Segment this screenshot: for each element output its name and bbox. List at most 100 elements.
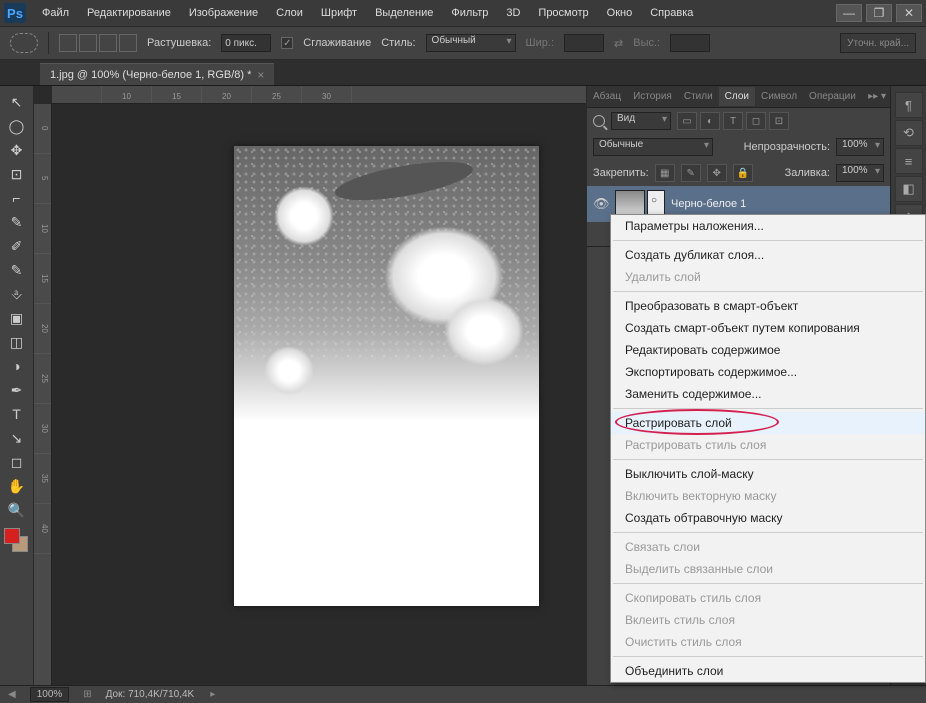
- scroll-left-icon[interactable]: ◀: [8, 689, 16, 700]
- refine-edge-button[interactable]: Уточн. край...: [840, 33, 916, 53]
- menu-изображение[interactable]: Изображение: [181, 3, 266, 23]
- context-item[interactable]: Параметры наложения...: [611, 215, 925, 237]
- opacity-label: Непрозрачность:: [744, 141, 830, 153]
- tool-17[interactable]: 🔍: [4, 499, 30, 521]
- image-element: [264, 346, 314, 396]
- document-canvas[interactable]: [234, 146, 539, 606]
- fill-input[interactable]: 100%: [836, 164, 884, 182]
- tool-4[interactable]: ⌐: [4, 187, 30, 209]
- menu-редактирование[interactable]: Редактирование: [79, 3, 179, 23]
- maximize-button[interactable]: ❐: [866, 4, 892, 22]
- layer-filter-0[interactable]: ▭: [677, 112, 697, 130]
- layer-kind-dropdown[interactable]: Вид: [611, 112, 671, 130]
- context-item[interactable]: Растрировать слой: [611, 412, 925, 434]
- collapsed-panel-2[interactable]: ≡: [895, 148, 923, 174]
- context-item[interactable]: Заменить содержимое...: [611, 383, 925, 405]
- lock-position-icon[interactable]: ✥: [707, 164, 727, 182]
- lock-all-icon[interactable]: 🔒: [733, 164, 753, 182]
- lock-pixels-icon[interactable]: ✎: [681, 164, 701, 182]
- divider: [48, 32, 49, 54]
- panel-tab-Абзац[interactable]: Абзац: [587, 87, 627, 106]
- context-item[interactable]: Экспортировать содержимое...: [611, 361, 925, 383]
- panel-tab-Символ[interactable]: Символ: [755, 87, 803, 106]
- tool-14[interactable]: ↘: [4, 427, 30, 449]
- context-item[interactable]: Создать дубликат слоя...: [611, 244, 925, 266]
- menu-окно[interactable]: Окно: [599, 3, 641, 23]
- menu-шрифт[interactable]: Шрифт: [313, 3, 365, 23]
- menu-слои[interactable]: Слои: [268, 3, 311, 23]
- menu-просмотр[interactable]: Просмотр: [530, 3, 596, 23]
- antialias-label: Сглаживание: [303, 37, 371, 49]
- tool-12[interactable]: ✒: [4, 379, 30, 401]
- layer-filter-2[interactable]: T: [723, 112, 743, 130]
- layer-filter-1[interactable]: ◐: [700, 112, 720, 130]
- layer-filter-3[interactable]: ◻: [746, 112, 766, 130]
- menu-фильтр[interactable]: Фильтр: [443, 3, 496, 23]
- panel-tab-Слои[interactable]: Слои: [719, 87, 755, 106]
- panel-tab-История[interactable]: История: [627, 87, 678, 106]
- context-item[interactable]: Объединить слои: [611, 660, 925, 682]
- collapsed-panel-1[interactable]: ⟲: [895, 120, 923, 146]
- doc-size-flyout-icon[interactable]: ▸: [210, 689, 215, 700]
- context-item[interactable]: Создать обтравочную маску: [611, 507, 925, 529]
- menu-справка[interactable]: Справка: [642, 3, 701, 23]
- titlebar: Ps ФайлРедактированиеИзображениеСлоиШриф…: [0, 0, 926, 26]
- app-logo: Ps: [4, 3, 26, 23]
- tool-15[interactable]: ◻: [4, 451, 30, 473]
- tool-10[interactable]: ◫: [4, 331, 30, 353]
- opacity-input[interactable]: 100%: [836, 138, 884, 156]
- tool-11[interactable]: ◑: [4, 355, 30, 377]
- tool-13[interactable]: T: [4, 403, 30, 425]
- blend-mode-dropdown[interactable]: Обычные: [593, 138, 713, 156]
- tool-7[interactable]: ✎: [4, 259, 30, 281]
- tool-2[interactable]: ✥: [4, 139, 30, 161]
- style-dropdown[interactable]: Обычный: [426, 34, 516, 52]
- tool-0[interactable]: ↖: [4, 91, 30, 113]
- style-label: Стиль:: [381, 37, 415, 49]
- context-item[interactable]: Выключить слой-маску: [611, 463, 925, 485]
- collapsed-panel-3[interactable]: ◧: [895, 176, 923, 202]
- color-swatches[interactable]: [0, 526, 33, 554]
- panel-flyout-icon[interactable]: ▸▸ ▾: [864, 91, 890, 102]
- tool-8[interactable]: ⎀: [4, 283, 30, 305]
- feather-input[interactable]: [221, 34, 271, 52]
- context-item[interactable]: Создать смарт-объект путем копирования: [611, 317, 925, 339]
- options-bar: Растушевка: Сглаживание Стиль: Обычный Ш…: [0, 26, 926, 60]
- intersect-selection-button[interactable]: [119, 34, 137, 52]
- document-tab[interactable]: 1.jpg @ 100% (Черно-белое 1, RGB/8) * ×: [40, 63, 274, 85]
- menu-выделение[interactable]: Выделение: [367, 3, 441, 23]
- lock-transparent-icon[interactable]: ▦: [655, 164, 675, 182]
- tool-16[interactable]: ✋: [4, 475, 30, 497]
- layer-name-label[interactable]: Черно-белое 1: [671, 198, 746, 210]
- close-button[interactable]: ✕: [896, 4, 922, 22]
- panel-tab-Операции[interactable]: Операции: [803, 87, 862, 106]
- marquee-tool-icon[interactable]: [10, 33, 38, 53]
- minimize-button[interactable]: —: [836, 4, 862, 22]
- new-selection-button[interactable]: [59, 34, 77, 52]
- context-item: Удалить слой: [611, 266, 925, 288]
- add-selection-button[interactable]: [79, 34, 97, 52]
- separator: [613, 291, 923, 292]
- tool-6[interactable]: ✐: [4, 235, 30, 257]
- panel-tab-Стили[interactable]: Стили: [678, 87, 719, 106]
- selection-mode-buttons: [59, 34, 137, 52]
- tool-3[interactable]: ⊡: [4, 163, 30, 185]
- tool-1[interactable]: ◯: [4, 115, 30, 137]
- context-item[interactable]: Редактировать содержимое: [611, 339, 925, 361]
- separator: [613, 408, 923, 409]
- antialias-checkbox[interactable]: [281, 37, 293, 49]
- close-tab-icon[interactable]: ×: [257, 68, 264, 82]
- tool-9[interactable]: ▣: [4, 307, 30, 329]
- context-item[interactable]: Преобразовать в смарт-объект: [611, 295, 925, 317]
- menu-3d[interactable]: 3D: [498, 3, 528, 23]
- visibility-toggle-icon[interactable]: 👁: [593, 196, 609, 212]
- menu-файл[interactable]: Файл: [34, 3, 77, 23]
- foreground-color[interactable]: [4, 528, 20, 544]
- height-label: Выс.:: [633, 37, 660, 49]
- tool-5[interactable]: ✎: [4, 211, 30, 233]
- zoom-level[interactable]: 100%: [30, 687, 70, 702]
- layer-filter-4[interactable]: ⊡: [769, 112, 789, 130]
- subtract-selection-button[interactable]: [99, 34, 117, 52]
- collapsed-panel-0[interactable]: ¶: [895, 92, 923, 118]
- context-item: Связать слои: [611, 536, 925, 558]
